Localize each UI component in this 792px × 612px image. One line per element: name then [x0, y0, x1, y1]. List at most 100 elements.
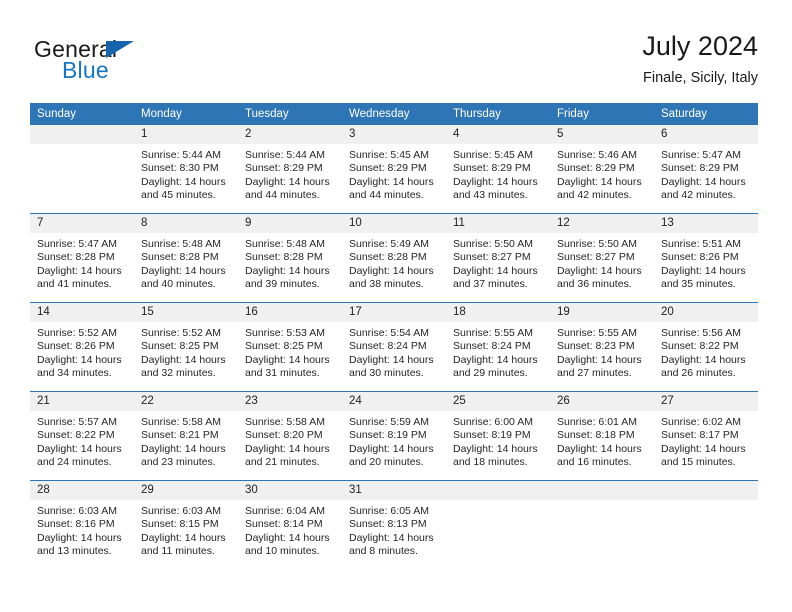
day-details: Sunrise: 6:02 AM Sunset: 8:17 PM Daylight:…: [654, 411, 758, 476]
day-details: Sunrise: 5:50 AM Sunset: 8:27 PM Daylight:…: [446, 233, 550, 298]
day-detail-line: Sunrise: 5:52 AM: [141, 327, 221, 339]
calendar-day-cell[interactable]: 18 Sunrise: 5:55 AM Sunset: 8:24 PM Dayligh…: [446, 303, 550, 391]
calendar-day-cell[interactable]: 7 Sunrise: 5:47 AM Sunset: 8:28 PM Daylight…: [30, 214, 134, 302]
day-detail-line: Sunset: 8:29 PM: [349, 162, 427, 175]
day-number: [550, 481, 654, 500]
day-details: Sunrise: 5:59 AM Sunset: 8:19 PM Daylight:…: [342, 411, 446, 476]
day-detail-line: and 27 minutes.: [557, 367, 632, 380]
day-detail-line: Sunset: 8:29 PM: [453, 162, 531, 175]
day-detail-line: Sunrise: 6:02 AM: [661, 416, 741, 428]
day-detail-line: and 42 minutes.: [557, 189, 632, 202]
calendar-day-cell[interactable]: 16 Sunrise: 5:53 AM Sunset: 8:25 PM Dayligh…: [238, 303, 342, 391]
day-number: [654, 481, 758, 500]
calendar-day-cell[interactable]: 24 Sunrise: 5:59 AM Sunset: 8:19 PM Dayligh…: [342, 392, 446, 480]
calendar-day-cell[interactable]: 30 Sunrise: 6:04 AM Sunset: 8:14 PM Dayligh…: [238, 481, 342, 569]
day-detail-line: and 35 minutes.: [661, 278, 736, 291]
weekday-header-thursday: Thursday: [453, 108, 501, 120]
calendar-day-cell[interactable]: 19 Sunrise: 5:55 AM Sunset: 8:23 PM Dayligh…: [550, 303, 654, 391]
day-detail-line: Daylight: 14 hours: [37, 353, 122, 366]
calendar-day-cell[interactable]: 22 Sunrise: 5:58 AM Sunset: 8:21 PM Dayligh…: [134, 392, 238, 480]
calendar-day-cell[interactable]: 28 Sunrise: 6:03 AM Sunset: 8:16 PM Dayligh…: [30, 481, 134, 569]
day-detail-line: and 42 minutes.: [661, 189, 736, 202]
day-detail-line: Sunrise: 5:50 AM: [453, 238, 533, 250]
day-detail-line: and 30 minutes.: [349, 367, 424, 380]
day-detail-line: and 10 minutes.: [245, 545, 320, 558]
day-detail-line: Daylight: 14 hours: [349, 264, 434, 277]
calendar-day-cell[interactable]: 15 Sunrise: 5:52 AM Sunset: 8:25 PM Dayligh…: [134, 303, 238, 391]
calendar-day-cell[interactable]: 6 Sunrise: 5:47 AM Sunset: 8:29 PM Daylight…: [654, 125, 758, 213]
weekday-header-sunday: Sunday: [37, 108, 77, 120]
day-details: Sunrise: 5:55 AM Sunset: 8:24 PM Daylight:…: [446, 322, 550, 387]
day-details: Sunrise: 6:03 AM Sunset: 8:16 PM Daylight:…: [30, 500, 134, 565]
title-block: July 2024 Finale, Sicily, Italy: [642, 30, 758, 89]
calendar-week-row: 1 Sunrise: 5:44 AM Sunset: 8:30 PM Daylight…: [30, 125, 758, 213]
calendar-day-cell[interactable]: 29 Sunrise: 6:03 AM Sunset: 8:15 PM Dayligh…: [134, 481, 238, 569]
day-number: 1: [134, 125, 238, 144]
day-detail-line: Daylight: 14 hours: [453, 264, 538, 277]
day-number: 14: [30, 303, 134, 322]
calendar-day-cell[interactable]: 8 Sunrise: 5:48 AM Sunset: 8:28 PM Daylight…: [134, 214, 238, 302]
calendar-day-cell[interactable]: 21 Sunrise: 5:57 AM Sunset: 8:22 PM Dayligh…: [30, 392, 134, 480]
day-detail-line: Daylight: 14 hours: [141, 175, 226, 188]
page-header: General Blue July 2024 Finale, Sicily, I…: [34, 30, 758, 96]
day-detail-line: and 23 minutes.: [141, 456, 216, 469]
day-detail-line: and 37 minutes.: [453, 278, 528, 291]
day-detail-line: Sunset: 8:29 PM: [245, 162, 323, 175]
day-detail-line: Daylight: 14 hours: [245, 175, 330, 188]
calendar-day-cell[interactable]: 31 Sunrise: 6:05 AM Sunset: 8:13 PM Dayligh…: [342, 481, 446, 569]
day-number: 25: [446, 392, 550, 411]
day-number: 16: [238, 303, 342, 322]
calendar-week-row: 21 Sunrise: 5:57 AM Sunset: 8:22 PM Dayligh…: [30, 391, 758, 480]
day-number: 19: [550, 303, 654, 322]
day-detail-line: Sunset: 8:25 PM: [245, 340, 323, 353]
day-details: Sunrise: 5:53 AM Sunset: 8:25 PM Daylight:…: [238, 322, 342, 387]
day-details: Sunrise: 5:48 AM Sunset: 8:28 PM Daylight:…: [238, 233, 342, 298]
calendar-day-cell[interactable]: 4 Sunrise: 5:45 AM Sunset: 8:29 PM Daylight…: [446, 125, 550, 213]
day-detail-line: Sunrise: 5:57 AM: [37, 416, 117, 428]
calendar-day-cell[interactable]: 17 Sunrise: 5:54 AM Sunset: 8:24 PM Dayligh…: [342, 303, 446, 391]
day-detail-line: Sunset: 8:26 PM: [37, 340, 115, 353]
day-detail-line: and 26 minutes.: [661, 367, 736, 380]
calendar-day-cell[interactable]: 26 Sunrise: 6:01 AM Sunset: 8:18 PM Dayligh…: [550, 392, 654, 480]
calendar-page: General Blue July 2024 Finale, Sicily, I…: [0, 0, 792, 612]
page-subtitle: Finale, Sicily, Italy: [643, 70, 758, 86]
day-detail-line: Daylight: 14 hours: [661, 175, 746, 188]
calendar-day-cell[interactable]: 9 Sunrise: 5:48 AM Sunset: 8:28 PM Daylight…: [238, 214, 342, 302]
logo-text-blue: Blue: [62, 57, 109, 83]
day-number: [446, 481, 550, 500]
calendar-day-cell[interactable]: 1 Sunrise: 5:44 AM Sunset: 8:30 PM Daylight…: [134, 125, 238, 213]
day-number: 20: [654, 303, 758, 322]
calendar-day-cell[interactable]: 14 Sunrise: 5:52 AM Sunset: 8:26 PM Dayligh…: [30, 303, 134, 391]
day-detail-line: and 18 minutes.: [453, 456, 528, 469]
day-number: 11: [446, 214, 550, 233]
day-number: 21: [30, 392, 134, 411]
calendar-grid: Sunday Monday Tuesday Wednesday Thursday Frid…: [30, 103, 758, 569]
day-detail-line: Sunset: 8:16 PM: [37, 518, 115, 531]
calendar-day-cell[interactable]: 5 Sunrise: 5:46 AM Sunset: 8:29 PM Daylight…: [550, 125, 654, 213]
day-detail-line: Sunset: 8:22 PM: [661, 340, 739, 353]
day-number: 7: [30, 214, 134, 233]
day-detail-line: Sunset: 8:29 PM: [661, 162, 739, 175]
day-details: Sunrise: 5:47 AM Sunset: 8:29 PM Daylight:…: [654, 144, 758, 209]
day-details: Sunrise: 5:56 AM Sunset: 8:22 PM Daylight:…: [654, 322, 758, 387]
calendar-day-cell[interactable]: 13 Sunrise: 5:51 AM Sunset: 8:26 PM Dayligh…: [654, 214, 758, 302]
calendar-day-cell[interactable]: 3 Sunrise: 5:45 AM Sunset: 8:29 PM Daylight…: [342, 125, 446, 213]
calendar-day-cell[interactable]: 25 Sunrise: 6:00 AM Sunset: 8:19 PM Dayligh…: [446, 392, 550, 480]
general-blue-logo: General Blue: [34, 36, 264, 92]
day-detail-line: Sunrise: 5:45 AM: [349, 149, 429, 161]
calendar-day-cell[interactable]: 11 Sunrise: 5:50 AM Sunset: 8:27 PM Dayligh…: [446, 214, 550, 302]
calendar-day-cell[interactable]: 2 Sunrise: 5:44 AM Sunset: 8:29 PM Daylight…: [238, 125, 342, 213]
calendar-day-cell[interactable]: 27 Sunrise: 6:02 AM Sunset: 8:17 PM Dayligh…: [654, 392, 758, 480]
calendar-day-cell[interactable]: 23 Sunrise: 5:58 AM Sunset: 8:20 PM Dayligh…: [238, 392, 342, 480]
calendar-day-cell[interactable]: 20 Sunrise: 5:56 AM Sunset: 8:22 PM Dayligh…: [654, 303, 758, 391]
day-detail-line: and 38 minutes.: [349, 278, 424, 291]
day-detail-line: Sunrise: 5:46 AM: [557, 149, 637, 161]
calendar-day-cell-empty: [654, 481, 758, 569]
day-detail-line: Sunset: 8:18 PM: [557, 429, 635, 442]
day-detail-line: and 32 minutes.: [141, 367, 216, 380]
calendar-day-cell[interactable]: 12 Sunrise: 5:50 AM Sunset: 8:27 PM Dayligh…: [550, 214, 654, 302]
calendar-day-cell[interactable]: 10 Sunrise: 5:49 AM Sunset: 8:28 PM Dayligh…: [342, 214, 446, 302]
day-detail-line: Sunset: 8:20 PM: [245, 429, 323, 442]
day-detail-line: Sunset: 8:27 PM: [453, 251, 531, 264]
day-number: 30: [238, 481, 342, 500]
